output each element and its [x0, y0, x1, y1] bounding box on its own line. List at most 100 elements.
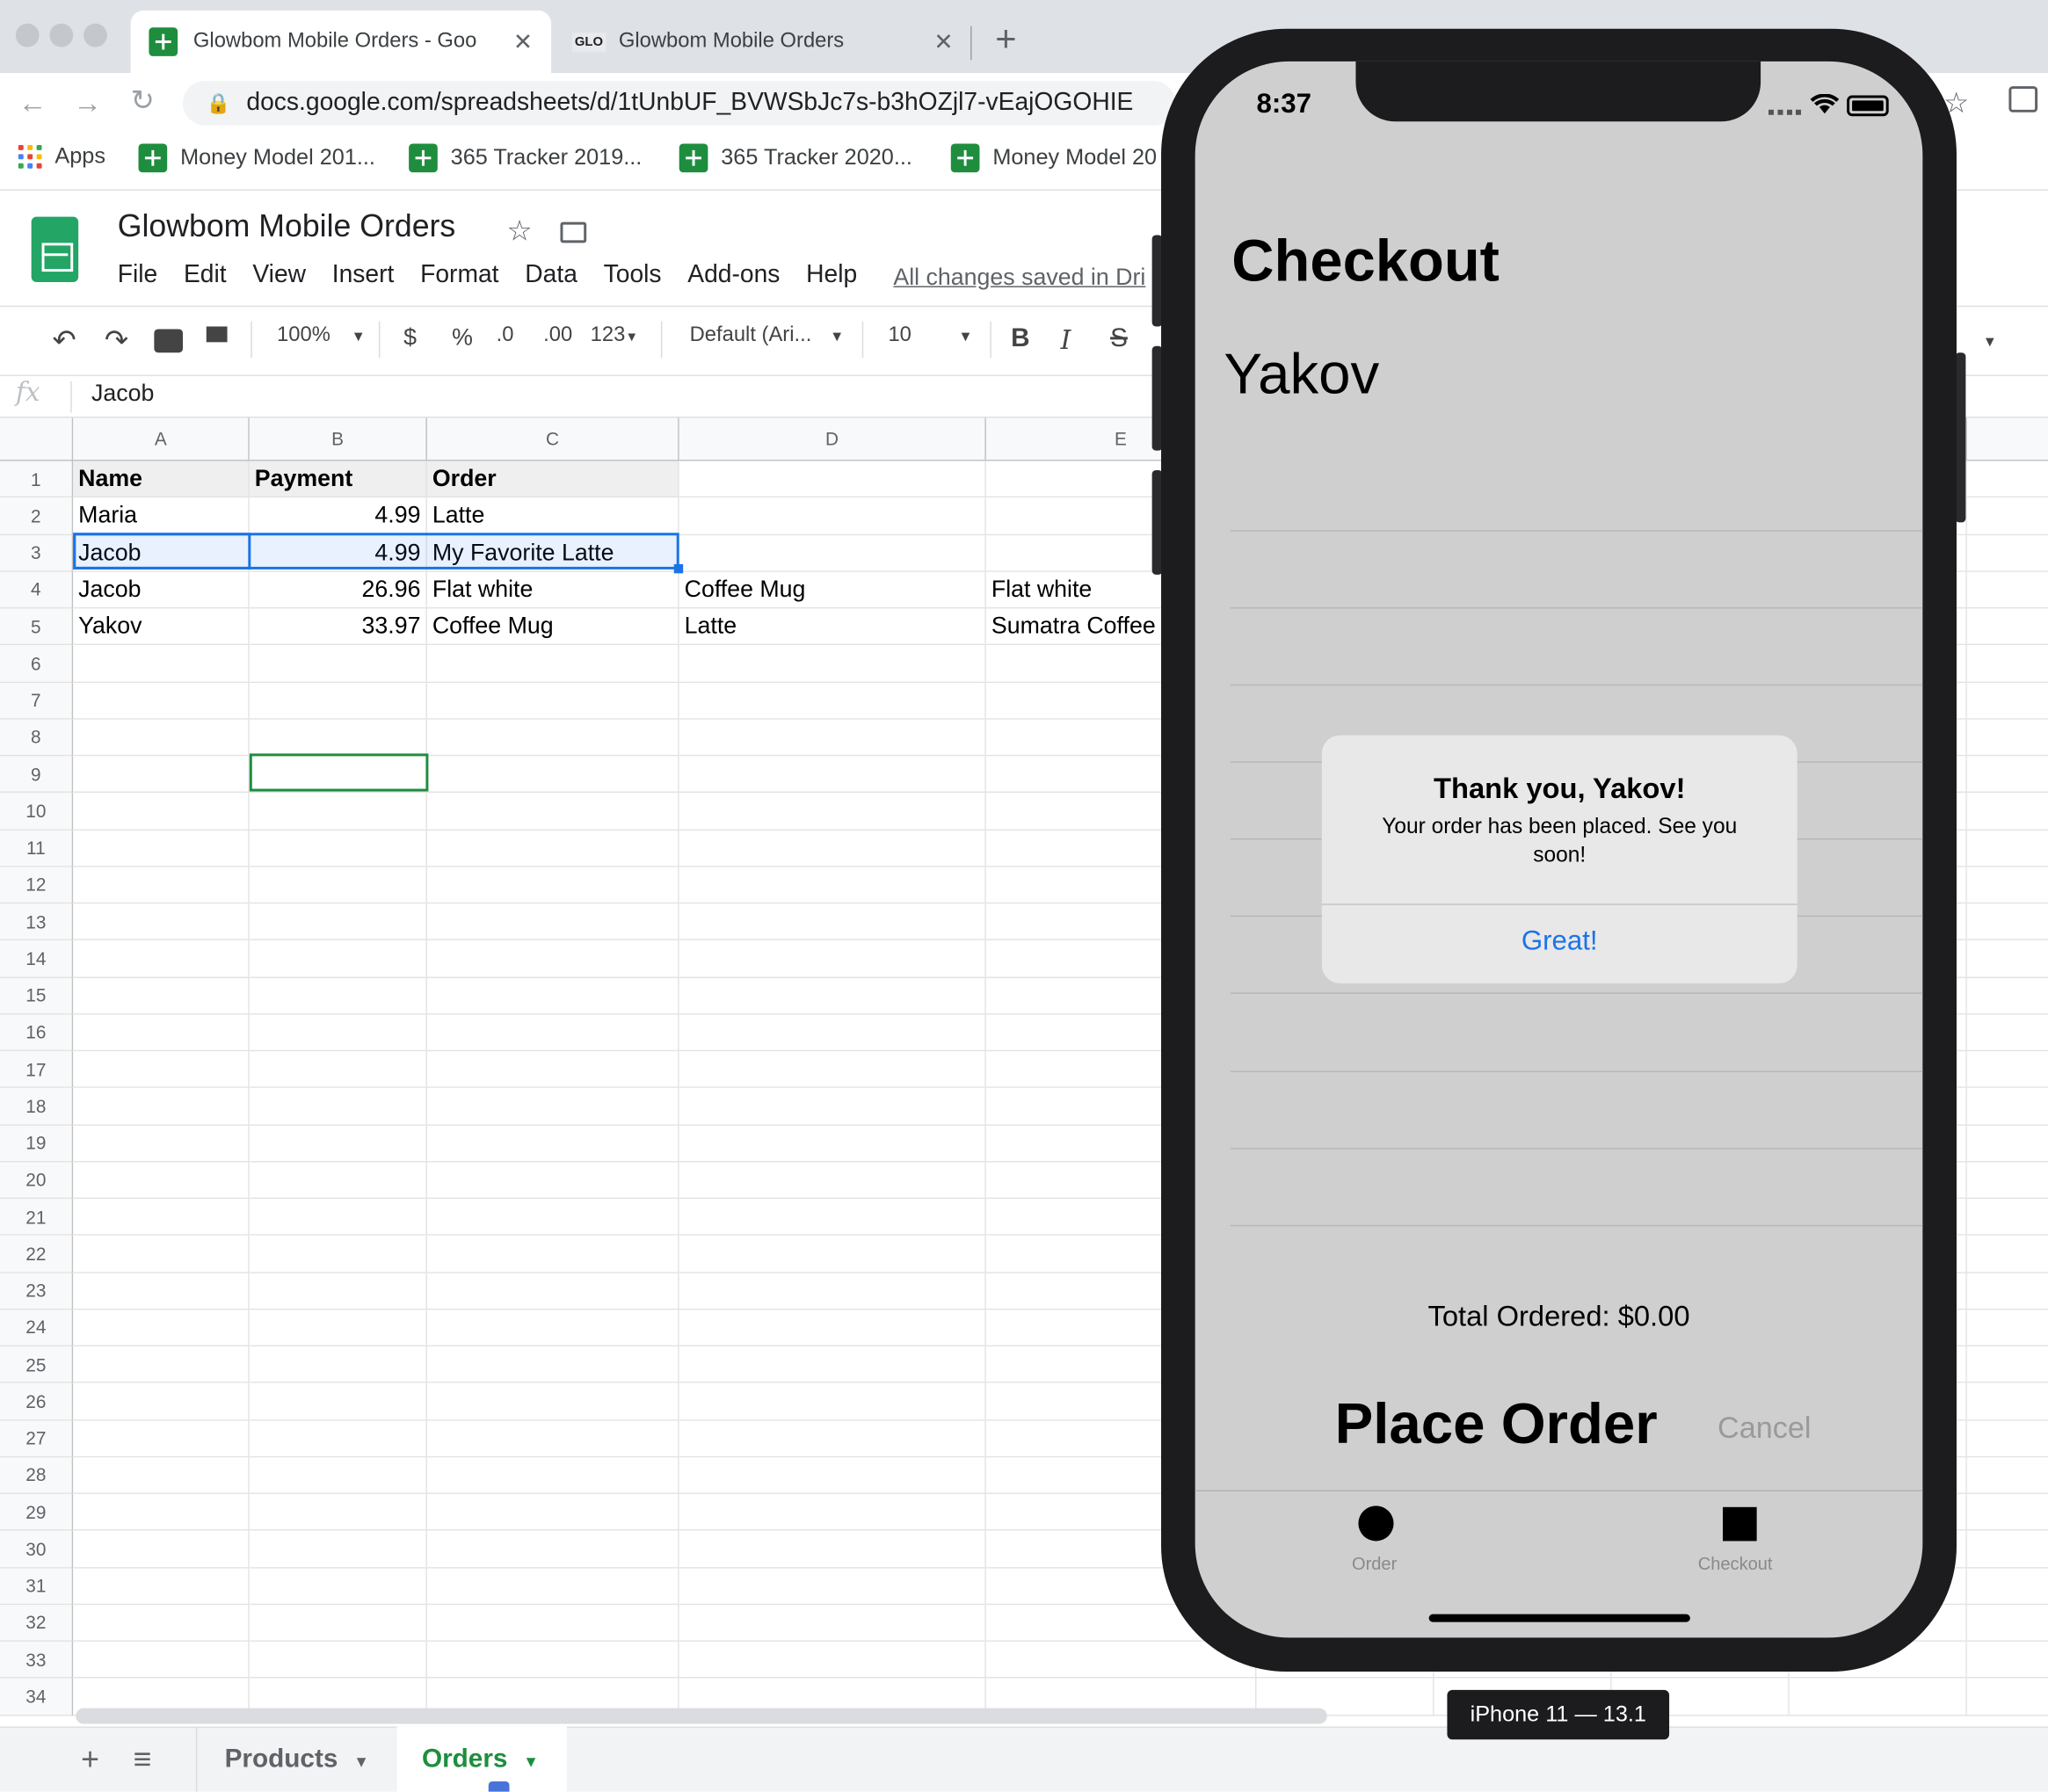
row-header[interactable]: 22 [0, 1236, 74, 1273]
cell-D4[interactable]: Coffee Mug [679, 571, 986, 609]
cell[interactable] [249, 1641, 427, 1679]
cell[interactable] [249, 1493, 427, 1531]
cell[interactable] [426, 1493, 679, 1531]
cell[interactable] [249, 1199, 427, 1237]
cell[interactable] [1966, 793, 2048, 831]
cell[interactable] [249, 793, 427, 831]
menu-help[interactable]: Help [806, 261, 857, 290]
close-tab-icon[interactable]: ✕ [933, 28, 953, 55]
cell[interactable] [426, 1236, 679, 1273]
cell[interactable] [249, 977, 427, 1015]
cell[interactable] [679, 830, 986, 867]
print-icon[interactable] [154, 329, 184, 353]
cell[interactable] [249, 867, 427, 904]
row-header[interactable]: 25 [0, 1346, 74, 1384]
cell[interactable] [73, 1236, 250, 1273]
cell-D5[interactable]: Latte [679, 608, 986, 646]
row-header[interactable]: 15 [0, 977, 74, 1015]
column-header[interactable]: D [679, 417, 986, 461]
row-header[interactable]: 34 [0, 1678, 74, 1716]
column-header[interactable]: A [73, 417, 250, 461]
cell[interactable] [426, 1419, 679, 1457]
bookmark-money-model-2019[interactable]: Money Model 201... [138, 143, 375, 173]
cell[interactable] [249, 1051, 427, 1089]
active-cell[interactable] [73, 533, 251, 570]
cell[interactable] [426, 1162, 679, 1200]
tab-order-label[interactable]: Order [1352, 1554, 1397, 1573]
cell[interactable] [1966, 1678, 2048, 1716]
cell[interactable] [73, 682, 250, 720]
cell[interactable] [426, 1310, 679, 1347]
bookmark-money-model-2020[interactable]: Money Model 20 [950, 143, 1157, 173]
cell[interactable] [73, 719, 250, 757]
all-sheets-button[interactable]: ≡ [134, 1742, 152, 1779]
cell[interactable] [679, 1346, 986, 1384]
window-close-control[interactable] [15, 23, 40, 47]
cell[interactable] [426, 719, 679, 757]
browser-tab-glowbom[interactable]: GLO Glowbom Mobile Orders ✕ [556, 11, 970, 73]
cell[interactable] [679, 1051, 986, 1089]
new-tab-button[interactable]: + [995, 18, 1016, 61]
cell[interactable] [426, 1125, 679, 1163]
cell[interactable] [1966, 645, 2048, 683]
percent-button[interactable]: % [452, 324, 473, 352]
cell[interactable] [426, 1014, 679, 1052]
cell[interactable] [1966, 1236, 2048, 1273]
cell[interactable] [426, 1199, 679, 1237]
menu-view[interactable]: View [252, 261, 306, 290]
cell[interactable] [249, 1273, 427, 1310]
cell[interactable] [679, 793, 986, 831]
tab-products[interactable]: Products ▼ [225, 1745, 369, 1774]
close-tab-icon[interactable]: ✕ [513, 28, 533, 55]
row-header[interactable]: 6 [0, 645, 74, 683]
cell[interactable] [426, 793, 679, 831]
cell[interactable] [1966, 1456, 2048, 1494]
increase-decimal-button[interactable]: .00 [543, 324, 572, 348]
cell[interactable] [679, 1567, 986, 1605]
cell-A4[interactable]: Jacob [73, 571, 250, 609]
cell-B2[interactable]: 4.99 [249, 497, 427, 535]
cell-A5[interactable]: Yakov [73, 608, 250, 646]
cell[interactable] [249, 1310, 427, 1347]
bookmark-apps[interactable]: Apps [18, 143, 105, 170]
document-title[interactable]: Glowbom Mobile Orders [118, 209, 455, 246]
column-header[interactable]: C [426, 417, 679, 461]
move-to-folder-icon[interactable] [560, 221, 587, 243]
cell[interactable] [1966, 756, 2048, 794]
bookmark-365-tracker-2020[interactable]: 365 Tracker 2020... [679, 143, 912, 173]
cell[interactable] [73, 1014, 250, 1052]
column-header[interactable]: B [249, 417, 427, 461]
cell[interactable] [73, 1604, 250, 1642]
font-family-select[interactable]: Default (Ari... ▼ [690, 324, 845, 348]
cell[interactable] [249, 1162, 427, 1200]
cell[interactable] [73, 1530, 250, 1568]
menu-tools[interactable]: Tools [604, 261, 662, 290]
cell-B4[interactable]: 26.96 [249, 571, 427, 609]
row-header[interactable]: 17 [0, 1051, 74, 1089]
alert-great-button[interactable]: Great! [1322, 926, 1797, 958]
menu-insert[interactable]: Insert [332, 261, 395, 290]
cell[interactable] [679, 645, 986, 683]
row-header[interactable]: 11 [0, 830, 74, 867]
cell[interactable] [679, 1273, 986, 1310]
row-header[interactable]: 19 [0, 1125, 74, 1163]
cell[interactable] [679, 756, 986, 794]
cell[interactable] [1966, 1310, 2048, 1347]
reload-icon[interactable]: ↻ [131, 83, 155, 118]
cell[interactable] [73, 1310, 250, 1347]
cell[interactable] [1966, 1051, 2048, 1089]
cell[interactable] [1966, 534, 2048, 572]
cell-A1[interactable]: Name [73, 461, 250, 498]
row-header[interactable]: 14 [0, 940, 74, 978]
cell[interactable] [1966, 682, 2048, 720]
row-header[interactable]: 21 [0, 1199, 74, 1237]
cell-D3[interactable] [679, 534, 986, 572]
cell[interactable] [1966, 1014, 2048, 1052]
cell[interactable] [73, 1419, 250, 1457]
fill-handle[interactable] [673, 563, 684, 574]
cell[interactable] [1966, 1493, 2048, 1531]
cell[interactable] [426, 1088, 679, 1126]
tab-orders[interactable]: Orders ▼ [422, 1745, 539, 1774]
cell[interactable] [73, 977, 250, 1015]
cell[interactable] [1966, 1604, 2048, 1642]
